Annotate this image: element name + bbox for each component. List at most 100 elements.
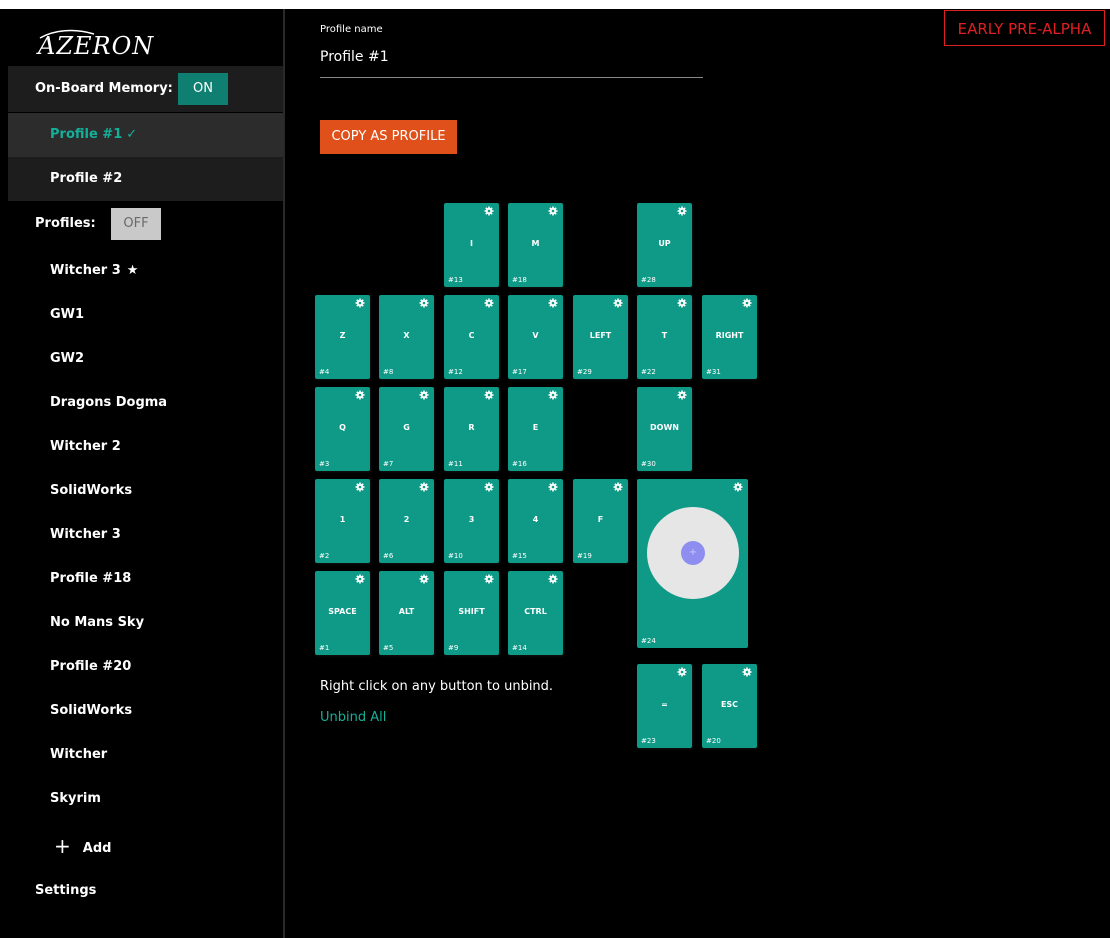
key-label: Z — [339, 331, 346, 340]
key-number: #5 — [383, 644, 394, 652]
star-icon: ★ — [126, 263, 139, 278]
profile-item[interactable]: Dragons Dogma — [50, 388, 167, 418]
thumbstick-dot[interactable]: + — [681, 541, 705, 565]
key-label: G — [403, 423, 410, 432]
gear-icon[interactable] — [548, 390, 558, 400]
thumbstick-pad[interactable]: + — [647, 507, 739, 599]
gear-icon[interactable] — [355, 390, 365, 400]
gear-icon[interactable] — [548, 298, 558, 308]
gear-icon[interactable] — [677, 298, 687, 308]
gear-icon[interactable] — [677, 667, 687, 677]
key-button[interactable]: Q #3 — [315, 387, 370, 471]
key-button[interactable]: G #7 — [379, 387, 434, 471]
gear-icon[interactable] — [677, 206, 687, 216]
profile-item[interactable]: Witcher 3 ★ — [50, 256, 138, 286]
key-button[interactable]: R #11 — [444, 387, 499, 471]
key-button[interactable]: Z #4 — [315, 295, 370, 379]
key-button[interactable]: 1 #2 — [315, 479, 370, 563]
profile-item-label: SolidWorks — [50, 483, 133, 498]
gear-icon[interactable] — [484, 482, 494, 492]
key-button[interactable]: X #8 — [379, 295, 434, 379]
key-label: SHIFT — [458, 607, 485, 616]
profile-item[interactable]: SolidWorks — [50, 696, 132, 726]
profile-item[interactable]: Skyrim — [50, 784, 101, 814]
gear-icon[interactable] — [677, 390, 687, 400]
gear-icon[interactable] — [733, 482, 743, 492]
key-number: #2 — [319, 552, 330, 560]
gear-icon[interactable] — [355, 574, 365, 584]
unbind-all-link[interactable]: Unbind All — [320, 710, 386, 725]
gear-icon[interactable] — [355, 298, 365, 308]
profile-item[interactable]: Witcher 2 — [50, 432, 121, 462]
key-button[interactable]: LEFT #29 — [573, 295, 628, 379]
profile-item[interactable]: GW1 — [50, 300, 84, 330]
key-button[interactable]: RIGHT #31 — [702, 295, 757, 379]
gear-icon[interactable] — [419, 390, 429, 400]
copy-as-profile-button[interactable]: COPY AS PROFILE — [320, 120, 457, 154]
key-label: C — [468, 331, 475, 340]
key-number: #31 — [706, 368, 721, 376]
key-button[interactable]: M #18 — [508, 203, 563, 287]
gear-icon[interactable] — [419, 482, 429, 492]
key-number: #3 — [319, 460, 330, 468]
profile-item[interactable]: Profile #18 — [50, 564, 131, 594]
key-number: #6 — [383, 552, 394, 560]
key-button[interactable]: UP #28 — [637, 203, 692, 287]
profile-item-label: Witcher 3 — [50, 263, 121, 278]
key-button[interactable]: 2 #6 — [379, 479, 434, 563]
key-number: #12 — [448, 368, 463, 376]
onboard-memory-toggle[interactable]: ON — [178, 73, 228, 105]
onboard-profile-2[interactable]: Profile #2 — [8, 157, 283, 201]
gear-icon[interactable] — [419, 574, 429, 584]
key-button[interactable]: E #16 — [508, 387, 563, 471]
gear-icon[interactable] — [484, 206, 494, 216]
key-button[interactable]: C #12 — [444, 295, 499, 379]
gear-icon[interactable] — [613, 298, 623, 308]
add-profile-button[interactable]: + Add — [54, 831, 111, 861]
key-button[interactable]: ESC #20 — [702, 664, 757, 748]
profiles-toggle[interactable]: OFF — [111, 208, 161, 240]
key-button[interactable]: SHIFT #9 — [444, 571, 499, 655]
key-number: #15 — [512, 552, 527, 560]
key-number: #7 — [383, 460, 394, 468]
key-number: #29 — [577, 368, 592, 376]
key-button[interactable]: SPACE #1 — [315, 571, 370, 655]
profile-item[interactable]: Witcher 3 — [50, 520, 121, 550]
key-button[interactable]: ALT #5 — [379, 571, 434, 655]
key-button[interactable]: 4 #15 — [508, 479, 563, 563]
gear-icon[interactable] — [548, 574, 558, 584]
key-button[interactable]: DOWN #30 — [637, 387, 692, 471]
key-label: CTRL — [524, 607, 547, 616]
key-button[interactable]: F #19 — [573, 479, 628, 563]
profile-item[interactable]: SolidWorks — [50, 476, 132, 506]
profile-item[interactable]: Profile #20 — [50, 652, 131, 682]
key-button[interactable]: V #17 — [508, 295, 563, 379]
profile-name-underline — [320, 77, 703, 78]
key-button[interactable]: I #13 — [444, 203, 499, 287]
key-label: LEFT — [589, 331, 612, 340]
gear-icon[interactable] — [484, 390, 494, 400]
onboard-memory-row: On-Board Memory: ON — [8, 66, 283, 112]
settings-link[interactable]: Settings — [35, 876, 96, 906]
gear-icon[interactable] — [548, 482, 558, 492]
key-button[interactable]: T #22 — [637, 295, 692, 379]
profile-item[interactable]: No Mans Sky — [50, 608, 144, 638]
onboard-profile-1[interactable]: Profile #1 ✓ — [8, 113, 283, 157]
gear-icon[interactable] — [355, 482, 365, 492]
gear-icon[interactable] — [742, 298, 752, 308]
key-button[interactable]: = #23 — [637, 664, 692, 748]
gear-icon[interactable] — [548, 206, 558, 216]
key-button[interactable]: CTRL #14 — [508, 571, 563, 655]
profile-item[interactable]: Witcher — [50, 740, 107, 770]
key-button[interactable]: 3 #10 — [444, 479, 499, 563]
thumbstick-key[interactable]: + #24 — [637, 479, 748, 648]
key-label: E — [532, 423, 539, 432]
gear-icon[interactable] — [484, 298, 494, 308]
key-label: 1 — [339, 515, 346, 524]
gear-icon[interactable] — [742, 667, 752, 677]
profile-name-input[interactable]: Profile #1 — [320, 49, 389, 65]
gear-icon[interactable] — [613, 482, 623, 492]
gear-icon[interactable] — [484, 574, 494, 584]
gear-icon[interactable] — [419, 298, 429, 308]
profile-item[interactable]: GW2 — [50, 344, 84, 374]
